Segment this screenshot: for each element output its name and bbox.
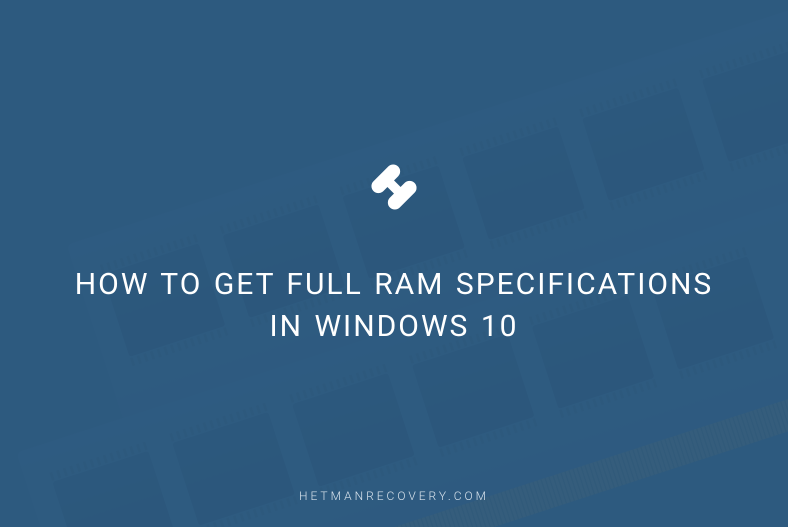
- page-title: HOW TO GET FULL RAM SPECIFICATIONS IN WI…: [15, 264, 773, 348]
- logo-container: [365, 158, 423, 216]
- hetman-logo-icon: [365, 158, 423, 216]
- title-line-1: HOW TO GET FULL RAM SPECIFICATIONS: [75, 267, 713, 302]
- hero-banner: HOW TO GET FULL RAM SPECIFICATIONS IN WI…: [0, 0, 788, 527]
- hero-content: HOW TO GET FULL RAM SPECIFICATIONS IN WI…: [0, 0, 788, 527]
- title-line-2: IN WINDOWS 10: [75, 306, 713, 348]
- site-label: HETMANRECOVERY.COM: [0, 489, 788, 503]
